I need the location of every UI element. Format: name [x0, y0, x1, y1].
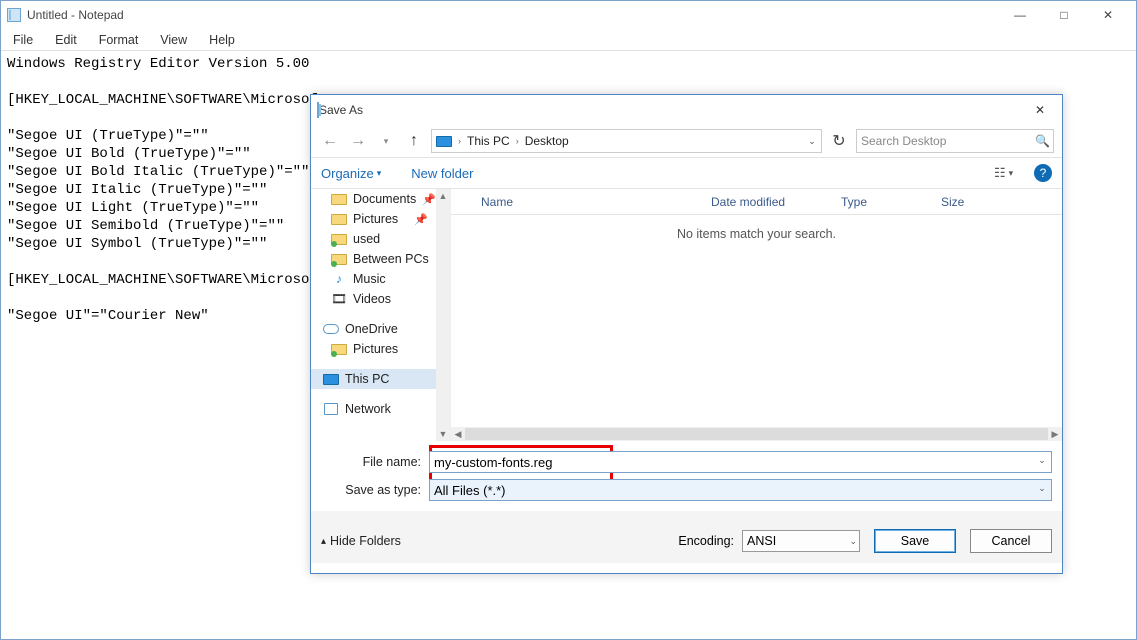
scroll-up-icon[interactable]: ▲ — [436, 189, 450, 203]
tree-item-network[interactable]: Network — [311, 399, 450, 419]
tree-item-documents[interactable]: Documents📌 — [311, 189, 450, 209]
tree-item-used[interactable]: used — [311, 229, 450, 249]
col-date[interactable]: Date modified — [711, 195, 841, 209]
column-headers: Name Date modified Type Size — [451, 189, 1062, 215]
tree-item-pictures[interactable]: Pictures📌 — [311, 209, 450, 229]
chevron-down-icon[interactable]: ⌄ — [849, 536, 857, 547]
saveas-title: Save As — [319, 103, 363, 117]
col-type[interactable]: Type — [841, 195, 941, 209]
menu-format[interactable]: Format — [95, 31, 143, 49]
notepad-icon — [7, 8, 21, 22]
encoding-label: Encoding: — [678, 534, 734, 548]
up-icon[interactable]: ↑ — [403, 130, 425, 152]
breadcrumb-thispc[interactable]: This PC — [467, 134, 510, 148]
toolbar: Organize▾ New folder ☷▾ ? — [311, 157, 1062, 189]
chevron-down-icon: ▾ — [377, 168, 382, 179]
help-icon[interactable]: ? — [1034, 164, 1052, 182]
recent-dropdown-icon[interactable]: ▾ — [375, 130, 397, 152]
folder-icon — [331, 212, 347, 226]
saveas-dialog: Save As ✕ ← → ▾ ↑ › This PC › Desktop ⌄ … — [310, 94, 1063, 574]
menu-help[interactable]: Help — [205, 31, 239, 49]
folder-tree[interactable]: Documents📌 Pictures📌 used Between PCs ♪M… — [311, 189, 451, 441]
tree-item-music[interactable]: ♪Music — [311, 269, 450, 289]
folder-icon — [331, 232, 347, 246]
filename-label: File name: — [319, 455, 429, 469]
menu-edit[interactable]: Edit — [51, 31, 81, 49]
saveastype-label: Save as type: — [319, 483, 429, 497]
cloud-icon — [323, 322, 339, 336]
tree-scrollbar[interactable]: ▲ ▼ — [436, 189, 450, 441]
search-icon: 🔍 — [1035, 134, 1049, 148]
hide-folders-button[interactable]: ▴Hide Folders — [321, 534, 401, 548]
horizontal-scrollbar[interactable]: ◀ ▶ — [451, 427, 1062, 441]
new-folder-button[interactable]: New folder — [411, 166, 473, 181]
col-name[interactable]: Name — [451, 195, 711, 209]
thispc-icon — [323, 372, 339, 386]
view-icon: ☷ — [994, 165, 1006, 181]
video-icon: 🎞 — [331, 292, 347, 306]
menu-view[interactable]: View — [156, 31, 191, 49]
view-options-button[interactable]: ☷▾ — [994, 165, 1024, 181]
menu-file[interactable]: File — [9, 31, 37, 49]
saveastype-select[interactable]: All Files (*.*)⌄ — [429, 479, 1052, 501]
search-placeholder: Search Desktop — [861, 134, 1035, 148]
dialog-bottom-bar: ▴Hide Folders Encoding: ANSI⌄ Save Cance… — [311, 511, 1062, 563]
minimize-button[interactable]: — — [998, 1, 1042, 29]
tree-item-onedrive-pictures[interactable]: Pictures — [311, 339, 450, 359]
empty-message: No items match your search. — [451, 215, 1062, 241]
refresh-icon[interactable]: ↻ — [828, 130, 850, 152]
breadcrumb-desktop[interactable]: Desktop — [525, 134, 569, 148]
tree-item-videos[interactable]: 🎞Videos — [311, 289, 450, 309]
encoding-select[interactable]: ANSI⌄ — [742, 530, 860, 552]
folder-icon — [331, 252, 347, 266]
notepad-menubar: File Edit Format View Help — [1, 29, 1136, 51]
maximize-button[interactable]: □ — [1042, 1, 1086, 29]
save-button[interactable]: Save — [874, 529, 956, 553]
network-icon — [323, 402, 339, 416]
scroll-right-icon[interactable]: ▶ — [1048, 429, 1062, 440]
chevron-right-icon: › — [516, 136, 519, 146]
chevron-down-icon[interactable]: ⌄ — [1035, 483, 1049, 494]
notepad-titlebar: Untitled - Notepad — □ ✕ — [1, 1, 1136, 29]
save-fields: File name: my-custom-fonts.reg⌄ Save as … — [311, 441, 1062, 511]
cancel-button[interactable]: Cancel — [970, 529, 1052, 553]
folder-icon — [331, 192, 347, 206]
scroll-down-icon[interactable]: ▼ — [436, 427, 450, 441]
organize-button[interactable]: Organize▾ — [321, 166, 381, 181]
close-button[interactable]: ✕ — [1024, 99, 1056, 121]
notepad-title: Untitled - Notepad — [27, 8, 998, 22]
breadcrumb-dropdown-icon[interactable]: ⌄ — [805, 136, 819, 147]
chevron-up-icon: ▴ — [321, 536, 326, 547]
breadcrumb[interactable]: › This PC › Desktop ⌄ — [431, 129, 822, 153]
tree-item-between-pcs[interactable]: Between PCs — [311, 249, 450, 269]
chevron-right-icon: › — [458, 136, 461, 146]
search-input[interactable]: Search Desktop 🔍 — [856, 129, 1054, 153]
music-icon: ♪ — [331, 272, 347, 286]
thispc-icon — [436, 134, 452, 148]
chevron-down-icon[interactable]: ⌄ — [1035, 455, 1049, 466]
folder-icon — [331, 342, 347, 356]
chevron-down-icon: ▾ — [1009, 168, 1014, 179]
filename-input[interactable]: my-custom-fonts.reg⌄ — [429, 451, 1052, 473]
notepad-icon — [317, 103, 319, 117]
scroll-left-icon[interactable]: ◀ — [451, 429, 465, 440]
back-icon[interactable]: ← — [319, 130, 341, 152]
saveas-titlebar: Save As ✕ — [311, 95, 1062, 125]
nav-row: ← → ▾ ↑ › This PC › Desktop ⌄ ↻ Search D… — [311, 125, 1062, 157]
tree-item-onedrive[interactable]: OneDrive — [311, 319, 450, 339]
file-list[interactable]: Name Date modified Type Size No items ma… — [451, 189, 1062, 441]
col-size[interactable]: Size — [941, 195, 1001, 209]
close-button[interactable]: ✕ — [1086, 1, 1130, 29]
forward-icon[interactable]: → — [347, 130, 369, 152]
tree-item-thispc[interactable]: This PC — [311, 369, 450, 389]
